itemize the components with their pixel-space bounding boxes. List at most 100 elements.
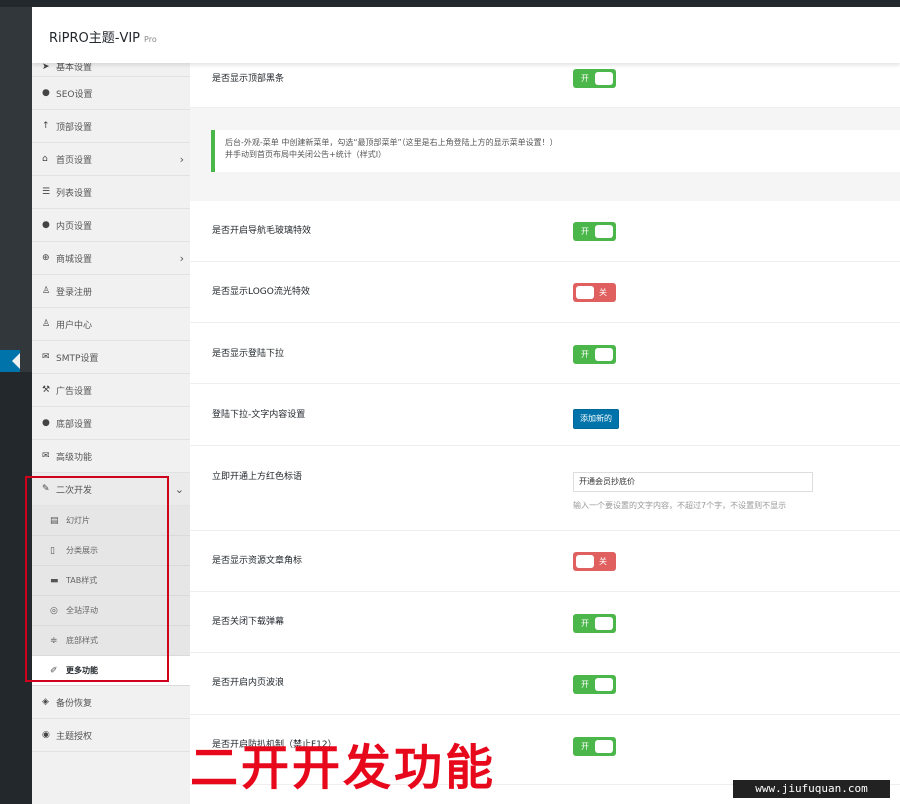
highlight-frame — [25, 476, 169, 682]
input-hint: 输入一个要设置的文字内容，不超过7个字，不设置则不显示 — [573, 500, 787, 510]
options-header: RiPRO主题-VIP Pro — [32, 7, 900, 63]
paper-plane-icon: ➤ — [42, 63, 50, 72]
user-icon: ♙ — [42, 319, 51, 329]
sidebar-item-label: 基本设置 — [56, 63, 93, 73]
chevron-down-icon: ⌄ — [174, 483, 184, 496]
sidebar-item-top[interactable]: ↑ 顶部设置 — [32, 110, 190, 143]
sidebar-item-label: 顶部设置 — [56, 122, 93, 133]
sidebar-item-label: 高级功能 — [56, 452, 93, 463]
dot-icon: ● — [42, 220, 50, 230]
wp-admin-bar — [0, 0, 900, 7]
site-watermark: www.jiufuquan.com — [733, 780, 890, 798]
sidebar-item-login[interactable]: ♙ 登录注册 — [32, 275, 190, 308]
sidebar-item-label: 首页设置 — [56, 155, 93, 166]
sidebar-item-label: 内页设置 — [56, 221, 93, 232]
info-notice: 后台-外观-菜单 中创建新菜单，勾选“最顶部菜单”（这里是右上角登陆上方的显示菜… — [211, 130, 900, 172]
toggle-switch[interactable]: 开 — [573, 345, 616, 364]
sidebar-item-seo[interactable]: ● SEO设置 — [32, 77, 190, 110]
toggle-switch[interactable]: 开 — [573, 222, 616, 241]
toggle-switch[interactable]: 开 — [573, 675, 616, 694]
toggle-label: 开 — [581, 227, 589, 236]
eye-icon: ◉ — [42, 730, 50, 740]
option-row: 立即开通上方红色标语 输入一个要设置的文字内容，不超过7个字，不设置则不显示 — [190, 446, 900, 531]
toggle-label: 开 — [581, 350, 589, 359]
toggle-knob — [576, 555, 594, 568]
plus-circle-icon: ⊕ — [42, 253, 50, 263]
sidebar-item-inner-page[interactable]: ● 内页设置 — [32, 209, 190, 242]
toggle-switch[interactable]: 关 — [573, 283, 616, 302]
user-icon: ♙ — [42, 286, 51, 296]
toggle-knob — [595, 617, 613, 630]
toggle-label: 开 — [581, 680, 589, 689]
option-label: 是否显示登陆下拉 — [212, 349, 285, 359]
envelope-icon: ✉ — [42, 352, 50, 362]
chevron-right-icon: › — [179, 153, 184, 166]
chevron-right-icon: › — [179, 252, 184, 265]
sidebar-item-label: 商城设置 — [56, 254, 93, 265]
sidebar-item-label: SMTP设置 — [56, 353, 99, 364]
option-row: 是否关闭下载弹幕 开 — [190, 592, 900, 653]
option-label: 是否关闭下载弹幕 — [212, 617, 285, 627]
notice-line: 后台-外观-菜单 中创建新菜单，勾选“最顶部菜单”（这里是右上角登陆上方的显示菜… — [225, 138, 558, 147]
sidebar-item-smtp[interactable]: ✉ SMTP设置 — [32, 341, 190, 374]
shield-icon: ◈ — [42, 697, 49, 707]
wp-admin-menu-strip — [0, 0, 900, 804]
sidebar-item-home[interactable]: ⌂ 首页设置 › — [32, 143, 190, 176]
sidebar-item-label: 广告设置 — [56, 386, 93, 397]
option-label: 是否显示顶部黑条 — [212, 74, 285, 84]
sidebar-item-label: 底部设置 — [56, 419, 93, 430]
toggle-switch[interactable]: 开 — [573, 614, 616, 633]
sidebar-item-label: 登录注册 — [56, 287, 93, 298]
option-label: 是否开启导航毛玻璃特效 — [212, 226, 312, 236]
sidebar-item-user-center[interactable]: ♙ 用户中心 — [32, 308, 190, 341]
sidebar-item-label: 列表设置 — [56, 188, 93, 199]
option-row: 是否开启导航毛玻璃特效 开 — [190, 201, 900, 262]
theme-badge: Pro — [144, 35, 157, 44]
toggle-knob — [576, 286, 594, 299]
notice-line: 并手动到首页布局中关闭公告+统计（样式Ⅰ） — [225, 150, 387, 159]
gavel-icon: ⚒ — [42, 385, 51, 395]
toggle-knob — [595, 225, 613, 238]
option-row: 登陆下拉-文字内容设置 添加新的 — [190, 384, 900, 446]
option-row: 是否开启内页波浪 开 — [190, 653, 900, 715]
sidebar-item-shop[interactable]: ⊕ 商城设置 › — [32, 242, 190, 275]
envelope-icon: ✉ — [42, 451, 50, 461]
sidebar-item-ads[interactable]: ⚒ 广告设置 — [32, 374, 190, 407]
sidebar-item-label: 主题授权 — [56, 731, 93, 742]
sidebar-item-advanced[interactable]: ✉ 高级功能 — [32, 440, 190, 473]
theme-options-panel: RiPRO主题-VIP Pro ➤ 基本设置 ● SEO设置 ↑ 顶部设置 ⌂ 首… — [32, 7, 900, 804]
dot-icon: ● — [42, 88, 50, 98]
option-row: 是否显示LOGO流光特效 关 — [190, 262, 900, 323]
toggle-knob — [595, 72, 613, 85]
toggle-label: 关 — [599, 557, 607, 566]
toggle-knob — [595, 740, 613, 753]
option-label: 是否开启内页波浪 — [212, 678, 285, 688]
sidebar-item-footer[interactable]: ● 底部设置 — [32, 407, 190, 440]
sidebar-item-label: 备份恢复 — [56, 698, 93, 709]
toggle-switch[interactable]: 开 — [573, 737, 616, 756]
home-icon: ⌂ — [42, 154, 48, 164]
sidebar-item-license[interactable]: ◉ 主题授权 — [32, 719, 190, 752]
sidebar-item-list[interactable]: ☰ 列表设置 — [32, 176, 190, 209]
option-row: 是否显示顶部黑条 开 — [190, 63, 900, 108]
arrow-up-icon: ↑ — [42, 121, 50, 131]
sidebar-item-label: SEO设置 — [56, 89, 93, 100]
options-sidebar: ➤ 基本设置 ● SEO设置 ↑ 顶部设置 ⌂ 首页设置 › ☰ 列表设置 ● … — [32, 63, 190, 804]
sidebar-item-backup[interactable]: ◈ 备份恢复 — [32, 686, 190, 719]
notice-area: 后台-外观-菜单 中创建新菜单，勾选“最顶部菜单”（这里是右上角登陆上方的显示菜… — [190, 108, 900, 201]
toggle-label: 开 — [581, 742, 589, 751]
option-label: 是否显示LOGO流光特效 — [212, 287, 310, 297]
option-row: 是否显示登陆下拉 开 — [190, 323, 900, 384]
theme-title: RiPRO主题-VIP — [49, 31, 141, 46]
option-label: 是否显示资源文章角标 — [212, 556, 303, 566]
toggle-label: 开 — [581, 74, 589, 83]
sidebar-item-basic[interactable]: ➤ 基本设置 — [32, 63, 190, 77]
options-content: 是否显示顶部黑条 开 后台-外观-菜单 中创建新菜单，勾选“最顶部菜单”（这里是… — [190, 63, 900, 804]
toggle-switch[interactable]: 关 — [573, 552, 616, 571]
add-new-button[interactable]: 添加新的 — [573, 409, 619, 429]
toggle-switch[interactable]: 开 — [573, 69, 616, 88]
toggle-knob — [595, 348, 613, 361]
active-menu-arrow-icon — [12, 353, 20, 369]
slogan-text-input[interactable] — [573, 471, 813, 492]
sidebar-item-label: 用户中心 — [56, 320, 93, 331]
